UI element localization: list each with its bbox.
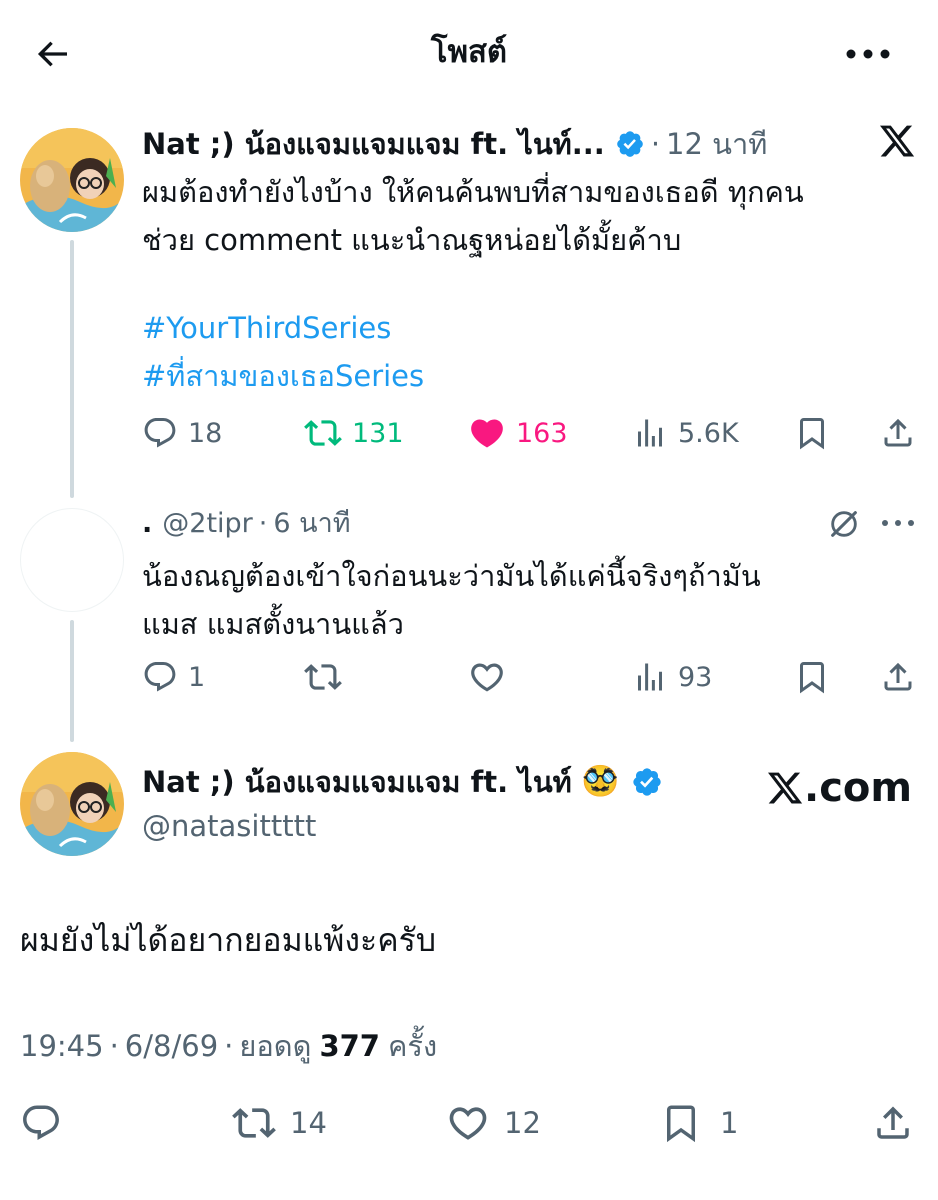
watermark-text: .com	[804, 765, 913, 811]
display-name[interactable]: .	[142, 504, 152, 544]
views-button[interactable]: 5.6K	[632, 415, 739, 451]
views-prefix: ยอดดู	[239, 1029, 312, 1063]
avatar-image	[20, 752, 124, 856]
reply-more-button[interactable]	[878, 508, 918, 538]
reply-icon	[144, 662, 176, 692]
tweet-text-line: แมส แมสตั้งนานแล้ว	[142, 607, 404, 641]
tweet-text-line: น้องณญต้องเข้าใจก่อนนะว่ามันได้แค่นี้จริ…	[142, 559, 761, 593]
bookmark-count: 1	[720, 1106, 739, 1140]
disguise-emoji: 🥸	[581, 764, 620, 799]
more-horizontal-icon	[846, 49, 890, 59]
views-icon	[638, 419, 662, 447]
share-icon	[877, 1106, 909, 1139]
bookmark-button[interactable]	[794, 659, 830, 695]
tweet-date[interactable]: 6/8/69	[125, 1026, 218, 1066]
bookmark-button[interactable]: 1	[660, 1102, 738, 1144]
repost-icon	[304, 664, 342, 690]
more-options-button[interactable]	[842, 30, 894, 78]
like-button[interactable]: 163	[468, 414, 568, 452]
like-icon	[449, 1107, 487, 1140]
repost-button[interactable]: 14	[232, 1101, 327, 1145]
grok-button[interactable]	[824, 504, 864, 544]
tweet-header: . @2tipr · 6 นาที	[142, 504, 351, 544]
repost-icon	[304, 420, 342, 446]
time-dot: ·	[650, 127, 661, 161]
thread-line	[70, 620, 74, 742]
handle[interactable]: @2tipr	[162, 504, 253, 544]
tweet-text-line: ผมต้องทำยังไงบ้าง ให้คนค้นพบที่สามของเธอ…	[142, 175, 804, 209]
avatar[interactable]	[20, 752, 124, 856]
reply-count: 1	[188, 661, 206, 693]
views-count: 93	[678, 661, 713, 693]
repost-button[interactable]: 131	[304, 414, 404, 452]
share-button[interactable]	[880, 659, 916, 695]
views-icon	[638, 663, 662, 691]
share-button[interactable]	[872, 1102, 914, 1144]
reply-button[interactable]	[20, 1102, 62, 1144]
hashtag-list: #YourThirdSeries #ที่สามของเธอSeries	[142, 304, 424, 400]
reply-count: 18	[188, 417, 223, 449]
avatar[interactable]	[20, 128, 124, 232]
tweet-header: Nat ;) น้องแจมแจมแจม ft. ไนท์ 🥸	[142, 762, 669, 802]
views-total: 377	[319, 1029, 380, 1063]
tweet-text: น้องณญต้องเข้าใจก่อนนะว่ามันได้แค่นี้จริ…	[142, 552, 918, 648]
bookmark-icon	[800, 418, 824, 450]
tweet-time[interactable]: 19:45	[20, 1026, 104, 1066]
display-name[interactable]: Nat ;) น้องแจมแจมแจม ft. ไนท์	[142, 762, 572, 802]
timestamp[interactable]: 12 นาที	[666, 124, 767, 164]
repost-button[interactable]	[304, 658, 342, 696]
like-button[interactable]	[468, 658, 506, 696]
tweet-actions: 18 131 163 5.6K	[142, 412, 918, 454]
display-name[interactable]: Nat ;) น้องแจมแจมแจม ft. ไนท์...	[142, 124, 605, 164]
page-title: โพสต์	[430, 34, 508, 70]
tweet-meta: 19:45 · 6/8/69 · ยอดดู 377 ครั้ง	[20, 1026, 437, 1066]
grok-icon	[831, 511, 857, 537]
handle[interactable]: @natasittttt	[142, 806, 316, 846]
views-suffix: ครั้ง	[387, 1029, 438, 1063]
share-button[interactable]	[880, 415, 916, 451]
more-horizontal-icon	[882, 520, 914, 526]
hashtag-link[interactable]: #ที่สามของเธอSeries	[142, 352, 424, 400]
repost-count: 14	[290, 1106, 327, 1140]
views-count: 5.6K	[678, 417, 739, 449]
repost-icon	[232, 1108, 276, 1138]
bookmark-icon	[800, 662, 824, 694]
avatar[interactable]	[20, 508, 124, 612]
x-logo-icon	[767, 772, 803, 804]
hashtag-link[interactable]: #YourThirdSeries	[142, 304, 424, 352]
thread-line	[70, 240, 74, 498]
share-icon	[884, 418, 912, 447]
avatar-image	[20, 128, 124, 232]
meta-dot: ·	[109, 1029, 119, 1063]
main-tweet-actions: 14 12 1	[20, 1100, 918, 1146]
reply-button[interactable]: 18	[142, 415, 222, 451]
x-com-watermark: .com	[766, 765, 913, 811]
tweet-text-line: ช่วย comment แนะนำณฐหน่อยได้มั้ยค้าบ	[142, 223, 682, 257]
reply-icon	[144, 418, 176, 448]
reply-button[interactable]: 1	[142, 659, 205, 695]
like-icon	[471, 419, 503, 448]
bookmark-button[interactable]	[794, 415, 830, 451]
views-button[interactable]: 93	[632, 659, 712, 695]
timestamp[interactable]: 6 นาที	[273, 504, 350, 544]
tweet-text: ผมต้องทำยังไงบ้าง ให้คนค้นพบที่สามของเธอ…	[142, 168, 918, 264]
main-tweet-text: ผมยังไม่ได้อยากยอมแพ้งะครับ	[20, 921, 437, 959]
like-icon	[471, 663, 503, 692]
tweet-header: Nat ;) น้องแจมแจมแจม ft. ไนท์... · 12 นา…	[142, 124, 767, 164]
like-count: 12	[504, 1106, 541, 1140]
tweet-actions: 1 93	[142, 656, 918, 698]
bookmark-icon	[667, 1105, 695, 1143]
verified-badge-icon	[615, 129, 645, 159]
x-logo-icon	[874, 118, 920, 164]
verified-badge-icon	[631, 766, 663, 798]
meta-dot: ·	[224, 1029, 234, 1063]
like-count: 163	[516, 417, 568, 449]
like-button[interactable]: 12	[446, 1101, 541, 1145]
time-dot: ·	[258, 508, 268, 539]
reply-icon	[23, 1105, 59, 1140]
repost-count: 131	[352, 417, 404, 449]
share-icon	[884, 662, 912, 691]
